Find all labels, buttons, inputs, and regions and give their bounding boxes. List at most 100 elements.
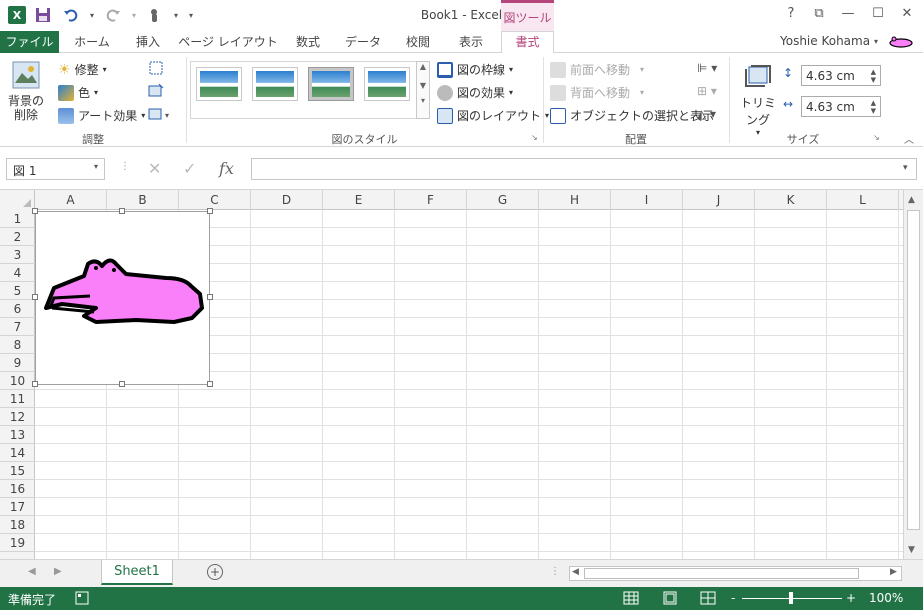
gallery-down-icon[interactable]: ▼: [417, 81, 429, 90]
tab-page-layout[interactable]: ページ レイアウト: [176, 31, 280, 53]
dialog-launcher-icon[interactable]: ↘: [531, 133, 538, 142]
gallery-up-icon[interactable]: ▲: [417, 62, 429, 71]
column-header[interactable]: I: [611, 190, 683, 210]
resize-handle-bottom-left[interactable]: [32, 381, 38, 387]
height-input[interactable]: 4.63 cm ▲ ▼: [801, 65, 881, 86]
resize-handle-right[interactable]: [207, 294, 213, 300]
zoom-level[interactable]: 100%: [869, 591, 903, 605]
row-header[interactable]: 18: [0, 516, 35, 534]
width-input[interactable]: 4.63 cm ▲ ▼: [801, 96, 881, 117]
dialog-launcher-icon[interactable]: ↘: [873, 133, 880, 142]
column-header[interactable]: L: [827, 190, 899, 210]
picture-style-option-2[interactable]: [252, 67, 298, 101]
scroll-down-icon[interactable]: ▼: [908, 545, 915, 555]
group-objects-icon[interactable]: ⊞ ▾: [697, 84, 717, 98]
column-header[interactable]: C: [179, 190, 251, 210]
column-header[interactable]: A: [35, 190, 107, 210]
rotate-icon[interactable]: ◭ ▾: [697, 107, 716, 121]
row-header[interactable]: 3: [0, 246, 35, 264]
column-header[interactable]: D: [251, 190, 323, 210]
row-header[interactable]: 4: [0, 264, 35, 282]
maximize-button[interactable]: ☐: [866, 6, 890, 21]
tab-insert[interactable]: 挿入: [122, 31, 174, 53]
vertical-scroll-thumb[interactable]: [907, 210, 920, 530]
tab-format[interactable]: 書式: [501, 31, 554, 54]
resize-handle-bottom-right[interactable]: [207, 381, 213, 387]
account-dropdown-icon[interactable]: ▾: [874, 37, 878, 46]
column-header[interactable]: J: [683, 190, 755, 210]
column-header[interactable]: F: [395, 190, 467, 210]
column-header[interactable]: G: [467, 190, 539, 210]
row-header[interactable]: 2: [0, 228, 35, 246]
previous-sheet-icon[interactable]: ◀: [28, 566, 36, 577]
crop-button[interactable]: トリミング ▾: [736, 61, 780, 137]
picture-style-option-1[interactable]: [196, 67, 242, 101]
row-header[interactable]: 6: [0, 300, 35, 318]
confirm-entry-icon[interactable]: ✓: [183, 159, 196, 178]
row-header[interactable]: 17: [0, 498, 35, 516]
selection-pane-button[interactable]: オブジェクトの選択と表示: [550, 107, 714, 124]
formula-input[interactable]: [251, 158, 917, 180]
next-sheet-icon[interactable]: ▶: [54, 566, 62, 577]
insert-function-icon[interactable]: fx: [219, 159, 234, 178]
row-header[interactable]: 12: [0, 408, 35, 426]
tab-home[interactable]: ホーム: [64, 31, 120, 53]
column-header[interactable]: E: [323, 190, 395, 210]
gallery-more-icon[interactable]: ▾: [417, 96, 429, 105]
chevron-down-icon[interactable]: ▾: [94, 162, 98, 176]
picture-style-option-3[interactable]: [308, 67, 354, 101]
gallery-scroll[interactable]: ▲ ▼ ▾: [416, 61, 430, 119]
horizontal-scrollbar[interactable]: ◀ ▶: [569, 566, 902, 581]
sheet-tab-sheet1[interactable]: Sheet1: [101, 560, 173, 585]
reset-picture-icon[interactable]: ▾: [147, 105, 173, 126]
close-button[interactable]: ✕: [895, 6, 919, 21]
page-break-view-icon[interactable]: [700, 591, 716, 608]
resize-handle-bottom[interactable]: [119, 381, 125, 387]
zoom-slider-knob[interactable]: [789, 592, 793, 604]
tab-view[interactable]: 表示: [446, 31, 496, 53]
horizontal-scroll-thumb[interactable]: [584, 568, 859, 579]
align-icon[interactable]: ⊫ ▾: [697, 61, 717, 75]
column-header[interactable]: K: [755, 190, 827, 210]
expand-formula-bar-icon[interactable]: ▾: [903, 163, 908, 173]
cancel-entry-icon[interactable]: ✕: [148, 159, 161, 178]
width-spinner-icon[interactable]: ▲ ▼: [871, 99, 876, 115]
artistic-effects-button[interactable]: アート効果 ▾: [58, 107, 145, 124]
macro-record-icon[interactable]: [75, 591, 89, 608]
height-spinner-icon[interactable]: ▲ ▼: [871, 68, 876, 84]
column-header[interactable]: H: [539, 190, 611, 210]
send-backward-button[interactable]: 背面へ移動 ▾: [550, 84, 644, 101]
collapse-ribbon-icon[interactable]: ︿: [904, 131, 914, 146]
tab-file[interactable]: ファイル: [0, 31, 59, 53]
add-sheet-icon[interactable]: +: [207, 564, 223, 580]
help-button[interactable]: ?: [779, 6, 803, 21]
row-header[interactable]: 7: [0, 318, 35, 336]
row-header[interactable]: 8: [0, 336, 35, 354]
row-header[interactable]: 11: [0, 390, 35, 408]
tab-data[interactable]: データ: [336, 31, 390, 53]
compress-pictures-icon[interactable]: [147, 59, 165, 80]
resize-handle-top-left[interactable]: [32, 208, 38, 214]
tab-review[interactable]: 校閲: [392, 31, 444, 53]
zoom-out-button[interactable]: -: [731, 591, 735, 605]
page-layout-view-icon[interactable]: [662, 591, 678, 608]
row-header[interactable]: 10: [0, 372, 35, 390]
row-header[interactable]: 1: [0, 210, 35, 228]
normal-view-icon[interactable]: [623, 591, 639, 608]
row-header[interactable]: 19: [0, 534, 35, 552]
scroll-right-icon[interactable]: ▶: [890, 567, 897, 577]
remove-background-button[interactable]: 背景の 削除: [6, 59, 46, 122]
name-box[interactable]: 図 1 ▾: [6, 158, 105, 180]
user-avatar-icon[interactable]: [887, 35, 913, 52]
resize-handle-left[interactable]: [32, 294, 38, 300]
user-account-name[interactable]: Yoshie Kohama: [780, 34, 870, 48]
scroll-up-icon[interactable]: ▲: [908, 195, 915, 205]
select-all-button[interactable]: [0, 190, 35, 210]
bring-forward-button[interactable]: 前面へ移動 ▾: [550, 61, 644, 78]
change-picture-icon[interactable]: [147, 82, 165, 103]
row-header[interactable]: 15: [0, 462, 35, 480]
row-header[interactable]: 14: [0, 444, 35, 462]
row-header[interactable]: 5: [0, 282, 35, 300]
scroll-left-icon[interactable]: ◀: [572, 567, 579, 577]
resize-handle-top-right[interactable]: [207, 208, 213, 214]
